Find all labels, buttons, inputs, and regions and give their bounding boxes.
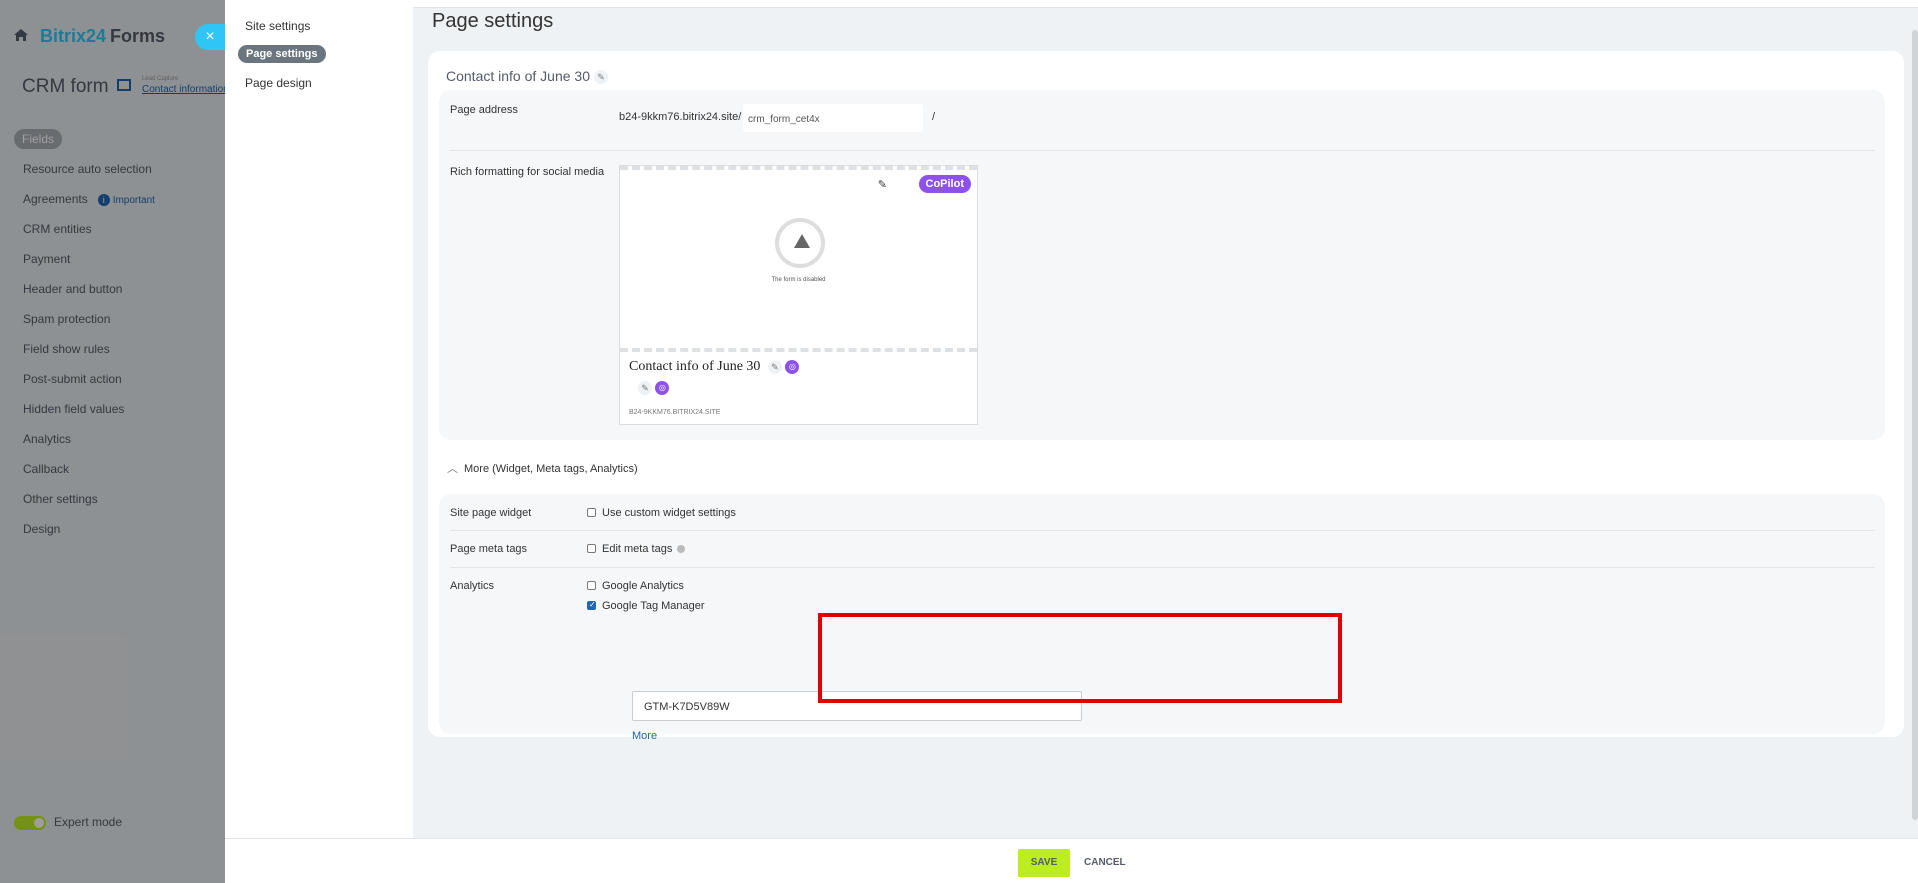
google-tag-manager-checkbox[interactable]: Google Tag Manager [587, 600, 705, 612]
edit-pencil-icon[interactable]: ✎ [594, 70, 608, 85]
page-title: Page settings [432, 10, 554, 32]
ai-icon[interactable]: ◎ [785, 359, 800, 374]
scrollbar[interactable] [1912, 30, 1918, 820]
footer-bar: SAVE CANCEL [225, 838, 1918, 883]
custom-widget-checkbox[interactable]: Use custom widget settings [587, 507, 736, 519]
edit-title-pencil-icon[interactable]: ✎ [767, 359, 782, 374]
edit-meta-tags-checkbox[interactable]: Edit meta tags [587, 543, 686, 555]
top-strip [413, 0, 1918, 8]
save-button[interactable]: SAVE [1018, 849, 1070, 877]
menu-site-settings[interactable]: Site settings [245, 19, 310, 33]
page-block: Page address b24-9kkm76.bitrix24.site/ c… [439, 90, 1885, 440]
checkbox-checked-icon [587, 600, 596, 610]
preview-dashed-border [620, 348, 977, 352]
ai-desc-icon[interactable]: ◎ [655, 380, 670, 395]
settings-menu: Site settings Page settings Page design [225, 0, 413, 838]
social-preview: ✎ CoPilot The form is disabled Contact i… [619, 165, 978, 425]
dim-overlay [0, 0, 225, 883]
divider [450, 567, 1875, 568]
page-address-prefix: b24-9kkm76.bitrix24.site/ [619, 111, 742, 123]
checkbox-icon [587, 543, 596, 553]
preview-dashed-border [620, 166, 977, 170]
page-settings-slider: Site settings Page settings Page design … [225, 0, 1918, 883]
checkbox-icon [587, 580, 596, 590]
analytics-label: Analytics [450, 580, 495, 592]
rich-formatting-label: Rich formatting for social media [450, 166, 605, 178]
divider [450, 530, 1875, 531]
chevron-up-icon: ︿ [447, 463, 458, 475]
copilot-button[interactable]: CoPilot [918, 175, 971, 193]
google-analytics-checkbox[interactable]: Google Analytics [587, 580, 684, 592]
page-address-input[interactable]: crm_form_cet4x [743, 104, 923, 132]
warning-icon [775, 218, 825, 268]
preview-desc-actions: ✎ ◎ [634, 380, 670, 395]
widget-label: Site page widget [450, 507, 532, 519]
menu-page-settings[interactable]: Page settings [238, 45, 326, 63]
preview-site: B24-9KKM76.BITRIX24.SITE [629, 409, 721, 416]
divider [450, 150, 1875, 151]
cancel-button[interactable]: CANCEL [1084, 857, 1126, 868]
gtm-more-link[interactable]: More [632, 730, 657, 742]
close-slider-button[interactable]: × [195, 24, 225, 50]
checkbox-icon [587, 507, 596, 517]
highlight-box [818, 613, 1342, 703]
edit-image-pencil-icon[interactable]: ✎ [878, 178, 887, 191]
more-toggle[interactable]: ︿ More (Widget, Meta tags, Analytics) [447, 460, 638, 476]
page-address-label: Page address [450, 104, 518, 116]
help-icon[interactable] [677, 545, 686, 554]
form-disabled-text: The form is disabled [771, 277, 826, 283]
meta-tags-label: Page meta tags [450, 543, 528, 555]
edit-desc-pencil-icon[interactable]: ✎ [638, 380, 652, 395]
contact-title: Contact info of June 30 ✎ [446, 68, 608, 85]
page-address-suffix: / [932, 111, 936, 123]
preview-title: Contact info of June 30 ✎ ◎ [629, 359, 800, 375]
menu-page-design[interactable]: Page design [245, 76, 312, 90]
